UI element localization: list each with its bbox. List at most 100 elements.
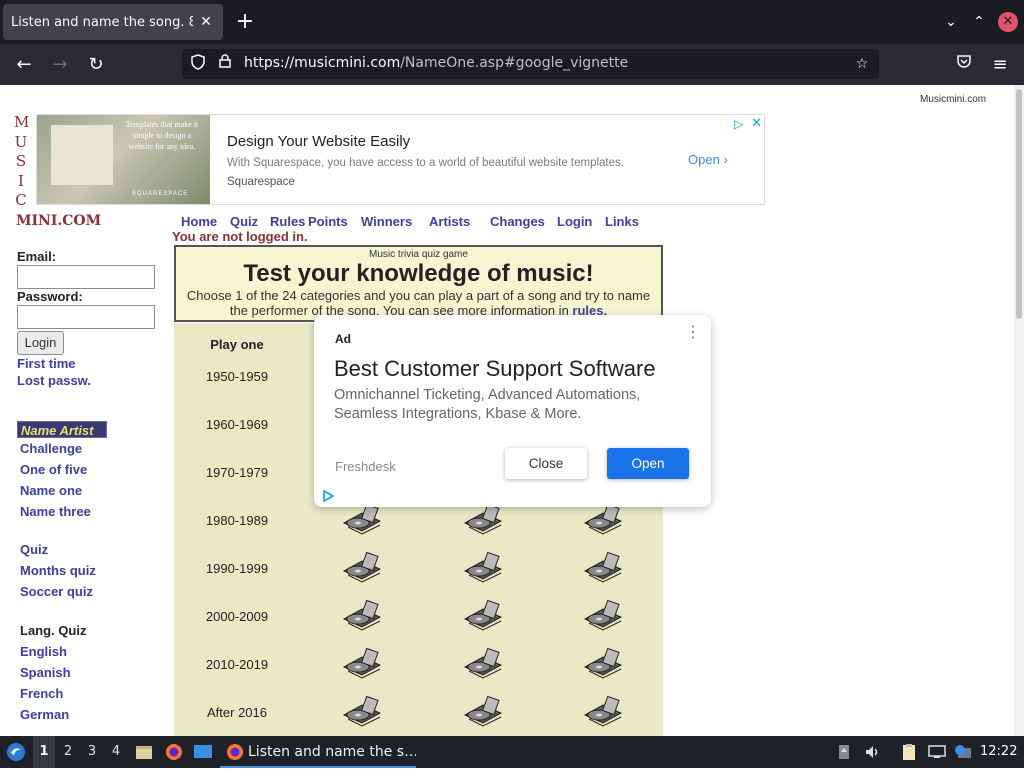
play-record-icon[interactable] [581,551,623,585]
ad-title[interactable]: Design Your Website Easily [227,133,410,150]
sidebar-item-months-quiz[interactable]: Months quiz [20,563,96,578]
play-record-icon[interactable] [461,551,503,585]
close-button[interactable]: Close [505,448,587,479]
nav-artists[interactable]: Artists [429,214,490,229]
sidebar-item-french[interactable]: French [20,686,63,701]
first-time-link[interactable]: First time [17,356,76,371]
banner-ad[interactable]: Templates that make it simple to design … [36,114,765,205]
reload-icon[interactable]: ↻ [82,52,110,78]
ad-close-icon[interactable]: ✕ [751,116,762,131]
url-text[interactable]: https://musicmini.com/NameOne.asp#google… [244,55,628,71]
password-field[interactable] [17,305,155,329]
nav-changes[interactable]: Changes [490,214,557,229]
list-tabs-icon[interactable]: ⌄ [941,12,961,32]
sidebar-item-german[interactable]: German [20,707,69,722]
login-status: You are not logged in. [172,229,308,244]
tray-upload-icon[interactable] [834,736,854,768]
category-label: 1950-1959 [205,369,269,384]
file-manager-icon[interactable] [133,736,155,768]
play-record-icon[interactable] [461,695,503,729]
sidebar-item-spanish[interactable]: Spanish [20,665,71,680]
ad-image[interactable]: Templates that make it simple to design … [37,115,210,204]
play-record-icon[interactable] [340,647,382,681]
play-record-icon[interactable] [581,695,623,729]
ad-label: Ad [335,332,351,346]
workspace-2[interactable]: 2 [57,736,79,768]
chevron-right-icon: › [723,152,728,167]
menu-icon[interactable]: ≡ [986,52,1014,78]
sidebar-item-name-one[interactable]: Name one [20,483,82,498]
sidebar-item-name-three[interactable]: Name three [20,504,91,519]
taskbar-app-firefox[interactable]: Listen and name the s… [220,736,416,768]
play-record-icon[interactable] [461,503,503,537]
maximize-icon[interactable]: ⌃ [969,12,989,32]
play-record-icon[interactable] [461,599,503,633]
play-record-icon[interactable] [340,551,382,585]
pocket-icon[interactable] [950,52,978,78]
workspace-3[interactable]: 3 [81,736,103,768]
play-record-icon[interactable] [581,599,623,633]
nav-quiz[interactable]: Quiz [230,214,270,229]
firefox-icon [227,744,243,760]
clock: 12:22 [980,744,1018,759]
back-icon[interactable]: ← [10,52,38,78]
nav-links[interactable]: Links [605,214,645,229]
tab-close-icon[interactable]: ✕ [197,13,215,31]
sidebar-item-english[interactable]: English [20,644,67,659]
sidebar-item-quiz[interactable]: Quiz [20,542,48,557]
new-tab-icon[interactable]: + [233,10,257,34]
nav-home[interactable]: Home [181,214,230,229]
sidebar-item-challenge[interactable]: Challenge [20,441,82,456]
nav-points[interactable]: Points [308,214,361,229]
login-button[interactable]: Login [17,331,64,355]
ad-image-brand: SQUARESPACE [132,191,189,197]
logo-horizontal[interactable]: MINI.COM [16,213,101,229]
start-menu-icon[interactable] [4,736,28,768]
workspace-1[interactable]: 1 [33,736,55,768]
clipboard-icon[interactable] [898,736,920,768]
firefox-icon[interactable] [163,736,185,768]
lang-quiz-heading: Lang. Quiz [20,623,87,638]
play-record-icon[interactable] [581,647,623,681]
workspace-4[interactable]: 4 [105,736,127,768]
play-record-icon[interactable] [340,503,382,537]
play-record-icon[interactable] [581,503,623,537]
ad-image-card [51,125,113,185]
lost-password-link[interactable]: Lost passw. [17,373,91,388]
url-host: https://musicmini.com [244,55,401,71]
open-button[interactable]: Open [607,448,689,479]
lock-icon[interactable] [215,54,235,74]
taskbar-app-title: Listen and name the s… [248,744,416,760]
sidebar-item-one-of-five[interactable]: One of five [20,462,87,477]
bookmark-star-icon[interactable]: ☆ [852,54,872,74]
network-icon[interactable] [926,736,948,768]
logo-letter: C [15,191,27,209]
name-artist-badge[interactable]: Name Artist [17,421,107,438]
interstitial-title[interactable]: Best Customer Support Software [334,356,656,382]
desktop-icon[interactable] [192,736,214,768]
adchoices-icon[interactable] [322,490,334,502]
nav-rules[interactable]: Rules [270,214,308,229]
adchoices-icon[interactable]: ▷ [734,117,743,131]
browser-tab[interactable]: Listen and name the song. 86 ✕ [3,4,223,40]
play-record-icon[interactable] [340,695,382,729]
forward-icon[interactable]: → [46,52,74,78]
volume-icon[interactable] [862,736,884,768]
window-close-icon[interactable]: ✕ [998,12,1018,32]
logo-vertical[interactable]: M U S I C [14,113,29,211]
nav-winners[interactable]: Winners [361,214,429,229]
scrollbar-thumb[interactable] [1016,89,1022,319]
interstitial-description: Omnichannel Ticketing, Advanced Automati… [334,387,641,422]
nav-login[interactable]: Login [557,214,605,229]
shield-icon[interactable] [188,54,208,74]
url-bar[interactable]: https://musicmini.com/NameOne.asp#google… [182,49,879,79]
play-record-icon[interactable] [461,647,503,681]
sidebar-item-soccer-quiz[interactable]: Soccer quiz [20,584,93,599]
category-label: After 2016 [207,705,267,720]
play-record-icon[interactable] [340,599,382,633]
updates-icon[interactable] [952,736,974,768]
email-field[interactable] [17,265,155,289]
ad-open-link[interactable]: Open › [688,152,728,167]
more-options-icon[interactable]: ⋮ [685,325,701,341]
page-scrollbar[interactable] [1014,85,1024,736]
